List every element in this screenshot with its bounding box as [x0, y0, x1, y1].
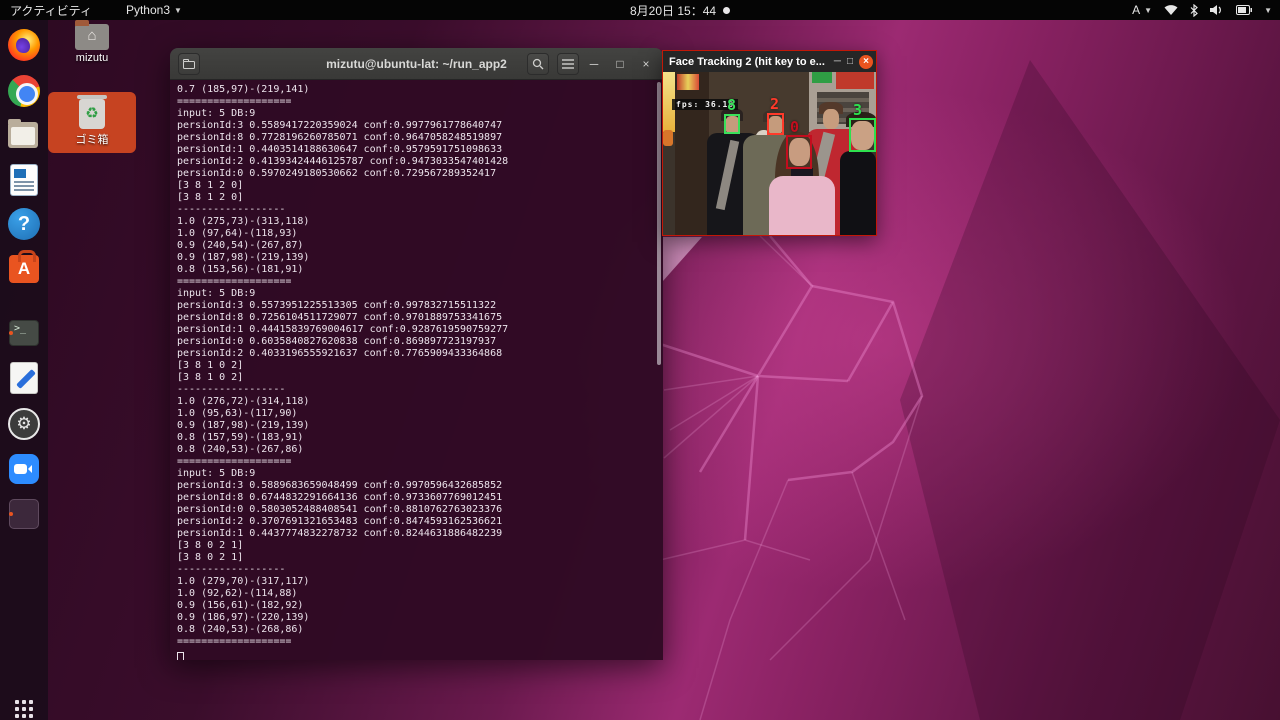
- top-bar: アクティビティ Python3 ▼ 8月20日 15：44 A ▼: [0, 0, 1280, 20]
- minimize-button[interactable]: ─: [583, 53, 605, 75]
- home-folder-icon: [75, 24, 109, 50]
- input-method-button[interactable]: A ▼: [1132, 0, 1152, 20]
- search-button[interactable]: [527, 53, 549, 75]
- dock-item-files[interactable]: [8, 119, 40, 151]
- close-button[interactable]: ×: [859, 55, 873, 69]
- person-body-darktee: [840, 151, 876, 235]
- orange-sign: [663, 130, 673, 146]
- dock: ? A >_ ⚙: [0, 20, 48, 720]
- person-face: [823, 109, 839, 129]
- new-tab-icon: [183, 59, 195, 69]
- face-id-label: 8: [727, 98, 736, 112]
- chevron-down-icon: ▼: [174, 6, 182, 15]
- terminal-icon: >_: [9, 320, 39, 346]
- dock-item-running-app[interactable]: [8, 498, 40, 530]
- settings-gear-icon: ⚙: [8, 408, 40, 440]
- notification-dot-icon: [723, 7, 730, 14]
- face-tracking-titlebar[interactable]: Face Tracking 2 (hit key to e... ─ □ ×: [663, 51, 876, 72]
- search-icon: [532, 58, 544, 70]
- minimize-button[interactable]: ─: [834, 56, 841, 67]
- trash-icon: [79, 99, 105, 129]
- face-id-label: 0: [790, 120, 799, 134]
- face-box-3: [849, 118, 876, 152]
- app-grid-icon: [15, 700, 33, 718]
- text-editor-icon: [11, 363, 37, 393]
- face-window-title: Face Tracking 2 (hit key to e...: [669, 56, 825, 68]
- terminal-cursor: [177, 652, 184, 660]
- green-sign: [812, 72, 832, 83]
- ubuntu-software-icon: A: [9, 255, 39, 283]
- clock-button[interactable]: 8月20日 15：44: [630, 0, 730, 20]
- wifi-icon[interactable]: [1164, 4, 1178, 16]
- dock-item-settings[interactable]: ⚙: [8, 408, 40, 440]
- app-menu-button[interactable]: Python3 ▼: [126, 0, 182, 20]
- face-box-0: [786, 135, 812, 169]
- face-tracking-window: Face Tracking 2 (hit key to e... ─ □ ×: [662, 50, 877, 236]
- volume-icon[interactable]: [1210, 4, 1224, 16]
- face-box-8: [724, 114, 740, 134]
- files-icon: [8, 122, 38, 148]
- generic-window-icon: [9, 499, 39, 529]
- show-applications-button[interactable]: [8, 693, 40, 720]
- dock-item-chrome[interactable]: [8, 75, 40, 107]
- maximize-button[interactable]: □: [609, 53, 631, 75]
- chrome-icon: [8, 75, 40, 107]
- help-icon: ?: [8, 208, 40, 240]
- zoom-camera-icon: [9, 454, 39, 484]
- face-id-label: 2: [770, 97, 779, 111]
- firefox-icon: [8, 29, 40, 61]
- desktop: mizutu ゴミ箱 アクティビティ Python3 ▼ 8月20日 15：44…: [0, 0, 1280, 720]
- bluetooth-icon[interactable]: [1190, 4, 1198, 17]
- video-frame: fps: 36.10 8 2 0 3: [663, 72, 876, 235]
- desktop-icon-label: mizutu: [48, 52, 136, 64]
- terminal-output-text: 0.7 (185,97)-(219,141) =================…: [177, 84, 663, 648]
- running-indicator: [9, 331, 13, 335]
- dock-item-firefox[interactable]: [8, 29, 40, 61]
- desktop-icon-mizutu[interactable]: mizutu: [48, 24, 136, 64]
- terminal-scrollbar[interactable]: [657, 82, 661, 365]
- desktop-icon-label: ゴミ箱: [48, 131, 136, 147]
- selection-highlight: ゴミ箱: [48, 92, 136, 153]
- dock-item-writer[interactable]: [8, 164, 40, 196]
- battery-icon[interactable]: [1236, 5, 1252, 15]
- chevron-down-icon: ▼: [1144, 6, 1152, 15]
- hamburger-icon: [562, 59, 574, 69]
- dock-item-terminal[interactable]: >_: [8, 317, 40, 349]
- face-id-label: 3: [853, 103, 862, 117]
- system-menu-chevron-icon[interactable]: ▼: [1264, 6, 1272, 15]
- person-jacket-pink: [769, 176, 835, 235]
- new-tab-button[interactable]: [178, 53, 200, 75]
- running-indicator: [9, 512, 13, 516]
- maximize-button[interactable]: □: [847, 56, 853, 67]
- activities-button[interactable]: アクティビティ: [10, 0, 92, 20]
- pillar-left: [675, 72, 709, 235]
- terminal-titlebar[interactable]: mizutu@ubuntu-lat: ~/run_app2 ─ □ ×: [170, 48, 663, 80]
- desktop-icon-trash[interactable]: ゴミ箱: [48, 92, 136, 153]
- face-box-2: [767, 113, 784, 135]
- dock-item-help[interactable]: ?: [8, 208, 40, 240]
- terminal-window: mizutu@ubuntu-lat: ~/run_app2 ─ □ × 0.7 …: [170, 48, 663, 660]
- dock-item-zoom[interactable]: [8, 453, 40, 485]
- red-sign: [836, 72, 874, 89]
- menu-button[interactable]: [557, 53, 579, 75]
- close-button[interactable]: ×: [635, 53, 657, 75]
- dock-item-software[interactable]: A: [8, 253, 40, 285]
- shop-lights: [677, 74, 699, 90]
- dock-item-texteditor[interactable]: [8, 362, 40, 394]
- libreoffice-writer-icon: [11, 165, 37, 195]
- terminal-output-area[interactable]: 0.7 (185,97)-(219,141) =================…: [170, 80, 663, 660]
